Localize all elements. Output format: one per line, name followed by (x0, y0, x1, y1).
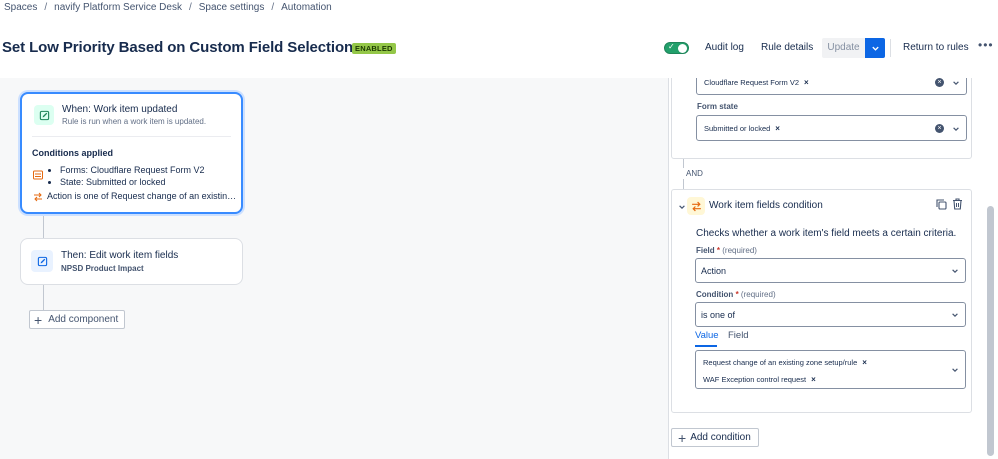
tag-label: Request change of an existing zone setup… (703, 357, 858, 367)
tab-value[interactable]: Value (695, 330, 719, 341)
forms-icon (33, 169, 43, 183)
remove-tag-icon[interactable]: × (862, 358, 867, 367)
field-label: Field * (required) (696, 246, 757, 255)
active-tab-indicator (695, 345, 717, 347)
condition-item: State: Submitted or locked (60, 176, 205, 188)
chevron-down-icon[interactable] (952, 79, 960, 87)
required-asterisk: * (716, 246, 721, 255)
status-badge: ENABLED (352, 43, 396, 54)
breadcrumb-service-desk[interactable]: navify Platform Service Desk (54, 2, 182, 13)
rule-details-button[interactable]: Rule details (757, 38, 817, 58)
breadcrumb-separator: / (44, 1, 48, 13)
connector-line (683, 159, 684, 168)
remove-tag-icon[interactable]: × (811, 375, 816, 384)
rule-editor-panel: Cloudflare Request Form V2 × × Form state… (668, 78, 998, 459)
field-select-value: Action (701, 266, 727, 276)
clear-icon[interactable]: × (935, 78, 944, 87)
add-component-label: Add component (48, 314, 119, 325)
action-title: Then: Edit work item fields (61, 250, 179, 261)
trash-icon[interactable] (952, 198, 963, 213)
tag-label: Submitted or locked (704, 123, 771, 133)
required-text: (required) (740, 290, 776, 299)
connector-line (683, 179, 684, 189)
breadcrumb: Spaces / navify Platform Service Desk / … (4, 0, 332, 14)
breadcrumb-separator: / (188, 1, 192, 13)
trigger-card[interactable]: When: Work item updated Rule is run when… (20, 92, 243, 214)
connector-line (43, 285, 44, 310)
panel-scrollbar[interactable] (987, 206, 994, 456)
conditions-list: Forms: Cloudflare Request Form V2 State:… (60, 164, 205, 188)
condition-description: Checks whether a work item's field meets… (696, 228, 957, 239)
tag-label: WAF Exception control request (703, 374, 807, 384)
values-multiselect[interactable]: Request change of an existing zone setup… (695, 350, 966, 389)
toggle-knob (678, 44, 687, 53)
return-to-rules-button[interactable]: Return to rules (899, 38, 973, 58)
action-subtitle: NPSD Product Impact (61, 264, 144, 273)
chevron-down-icon (952, 368, 958, 373)
connector-line (43, 214, 44, 238)
rule-header: Set Low Priority Based on Custom Field S… (0, 30, 998, 66)
chevron-down-icon[interactable] (678, 203, 686, 211)
update-button[interactable]: Update (822, 38, 865, 58)
copy-icon[interactable] (936, 199, 947, 213)
swap-icon (33, 191, 43, 205)
trigger-subtitle: Rule is run when a work item is updated. (62, 117, 207, 126)
plus-icon: + (678, 429, 687, 446)
more-options-icon[interactable]: ••• (978, 38, 994, 52)
add-condition-label: Add condition (690, 432, 751, 443)
condition-item: Forms: Cloudflare Request Form V2 (60, 164, 205, 176)
chevron-down-icon (952, 269, 958, 274)
value-tag: Cloudflare Request Form V2 × (701, 78, 813, 89)
rule-enabled-toggle[interactable]: ✓ (664, 42, 689, 54)
breadcrumb-spaces[interactable]: Spaces (4, 2, 37, 13)
forms-select[interactable]: Cloudflare Request Form V2 × × (696, 78, 967, 95)
chevron-down-icon (952, 313, 958, 318)
value-tag: WAF Exception control request × (700, 372, 820, 386)
trigger-title: When: Work item updated (62, 104, 178, 115)
condition-label: Condition * (required) (696, 290, 776, 299)
value-tag: Submitted or locked × (701, 121, 784, 135)
forms-condition-card: Cloudflare Request Form V2 × × Form state… (671, 78, 972, 159)
edit-icon (34, 105, 54, 125)
tab-field[interactable]: Field (728, 330, 749, 341)
divider (32, 136, 231, 137)
update-dropdown-button[interactable] (865, 38, 885, 58)
swap-icon (687, 197, 705, 215)
add-condition-button[interactable]: + Add condition (671, 428, 759, 447)
add-component-button[interactable]: + Add component (29, 310, 126, 329)
and-label: AND (686, 169, 703, 178)
condition-select[interactable]: is one of (695, 302, 966, 327)
remove-tag-icon[interactable]: × (775, 124, 780, 133)
breadcrumb-separator: / (271, 1, 275, 13)
check-icon: ✓ (668, 42, 675, 51)
breadcrumb-automation[interactable]: Automation (281, 2, 332, 13)
plus-icon: + (34, 311, 43, 328)
breadcrumb-space-settings[interactable]: Space settings (199, 2, 265, 13)
value-tag: Request change of an existing zone setup… (700, 355, 871, 369)
remove-tag-icon[interactable]: × (804, 78, 809, 87)
field-label-text: Field (696, 246, 715, 255)
condition-select-value: is one of (701, 310, 736, 320)
condition-label-text: Condition (696, 290, 734, 299)
action-card[interactable]: Then: Edit work item fields NPSD Product… (20, 238, 243, 285)
condition-title: Work item fields condition (709, 200, 823, 211)
page-title: Set Low Priority Based on Custom Field S… (2, 39, 354, 56)
edit-icon (31, 250, 53, 272)
action-condition-text: Action is one of Request change of an ex… (47, 191, 237, 201)
clear-icon[interactable]: × (935, 124, 944, 133)
form-state-label: Form state (697, 102, 738, 111)
required-asterisk: * (735, 290, 739, 299)
field-select[interactable]: Action (695, 258, 966, 283)
required-text: (required) (722, 246, 757, 255)
form-state-select[interactable]: Submitted or locked × × (696, 115, 967, 141)
conditions-title: Conditions applied (32, 148, 113, 158)
chevron-down-icon (871, 46, 879, 51)
header-divider (890, 39, 891, 57)
audit-log-button[interactable]: Audit log (701, 38, 748, 58)
chevron-down-icon[interactable] (952, 125, 960, 133)
tag-label: Cloudflare Request Form V2 (704, 78, 800, 87)
